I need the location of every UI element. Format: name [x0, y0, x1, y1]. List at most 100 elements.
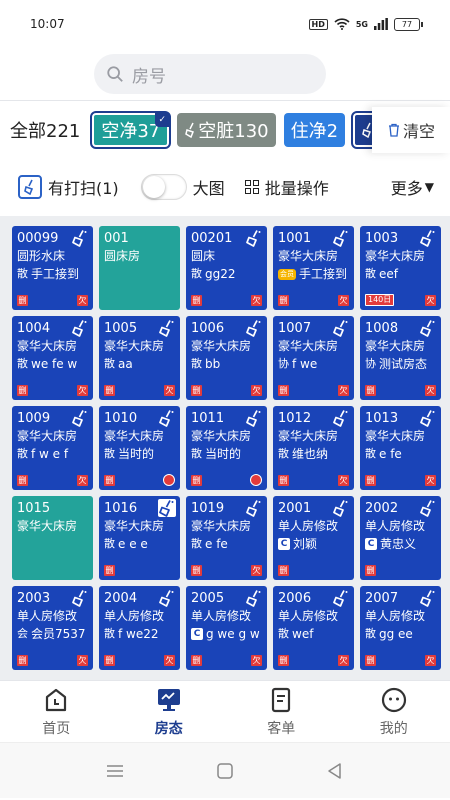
status-bar: 10:07 HD 5G 77	[0, 0, 450, 48]
guest-row: Cg we g w	[191, 625, 262, 643]
room-grid: 00099 圆形水床散手工接到删欠 001 圆床房 00201 圆床散 gg22 删欠 1001…	[12, 226, 441, 670]
more-dropdown[interactable]: 更多 ▼	[391, 175, 434, 199]
guest-source-tag: 散	[104, 357, 115, 370]
big-view-toggle[interactable]	[140, 174, 187, 200]
room-card[interactable]: 00099 圆形水床散手工接到删欠	[12, 226, 93, 310]
broom-icon	[332, 409, 350, 427]
card-badges: 删	[365, 565, 436, 576]
filter-all[interactable]: 全部221	[10, 117, 80, 143]
filter-clean-vacant[interactable]: 空净37 ✓	[90, 110, 172, 149]
home-icon	[46, 688, 67, 711]
room-type: 单人房修改	[104, 609, 165, 623]
guest-name: e e e	[118, 537, 148, 551]
menu-icon[interactable]	[105, 761, 125, 781]
more-label: 更多	[390, 179, 423, 198]
guest-row: 散e fe	[191, 535, 262, 553]
guest-row: 散手工接到	[17, 265, 88, 283]
alarm-icon	[250, 474, 262, 486]
room-type: 豪华大床房	[17, 519, 78, 533]
broom-icon	[71, 409, 89, 427]
room-card[interactable]: 1008 豪华大床房协测试房态删欠	[360, 316, 441, 400]
left-badges: 删	[191, 655, 202, 666]
room-card[interactable]: 00201 圆床散 gg22 删欠	[186, 226, 267, 310]
guest-source-tag: 散	[17, 267, 28, 280]
room-card[interactable]: 1003 豪华大床房散 eef 140日欠	[360, 226, 441, 310]
room-card[interactable]: 1010 豪华大床房散当时的删	[99, 406, 180, 490]
nav-room-status[interactable]: 房态	[129, 686, 209, 738]
broom-icon	[71, 589, 89, 607]
has-cleaning-filter[interactable]: 有打扫(1)	[18, 175, 119, 199]
filter-clean-occupied[interactable]: 住净2	[283, 112, 346, 147]
room-card[interactable]: 1012 豪华大床房散维也纳删欠	[273, 406, 354, 490]
room-card[interactable]: 2005 单人房修改 Cg we g w删欠	[186, 586, 267, 670]
nav-home[interactable]: 首页	[16, 686, 96, 738]
room-card[interactable]: 2001 单人房修改 C 刘颖删	[273, 496, 354, 580]
left-badges: 删	[278, 385, 289, 396]
guest-name: bb	[205, 357, 221, 371]
guest-source-tag: 散	[278, 447, 289, 460]
back-icon[interactable]	[325, 761, 345, 781]
nav-mine[interactable]: 我的	[354, 686, 434, 738]
room-card[interactable]: 1015 豪华大床房	[12, 496, 93, 580]
broom-icon	[158, 589, 176, 607]
room-card[interactable]: 1013 豪华大床房散 e fe 删欠	[360, 406, 441, 490]
home-square-icon[interactable]	[215, 761, 235, 781]
clear-button[interactable]: 清空	[372, 107, 450, 153]
card-badges: 删欠	[191, 295, 262, 306]
room-card[interactable]: 1006 豪华大床房散 bb 删欠	[186, 316, 267, 400]
filter-dirty-vacant[interactable]: 空脏130	[177, 112, 276, 147]
document-icon	[272, 687, 291, 712]
nav-orders[interactable]: 客单	[241, 686, 321, 738]
card-badges: 删欠	[17, 655, 88, 666]
broom-icon	[332, 499, 350, 517]
room-card[interactable]: 1004 豪华大床房散 we fe w删欠	[12, 316, 93, 400]
room-card[interactable]: 1016 豪华大床房散 e e e删	[99, 496, 180, 580]
room-status-badge: 删	[365, 385, 376, 396]
arrears-badge: 欠	[251, 655, 262, 666]
room-type: 豪华大床房	[191, 519, 252, 533]
nav-orders-label: 客单	[267, 720, 296, 737]
room-card[interactable]: 2004 单人房修改散 f we22 删欠	[99, 586, 180, 670]
room-type: 单人房修改	[365, 609, 426, 623]
check-icon: ✓	[155, 112, 170, 127]
batch-operation-button[interactable]: 批量操作	[244, 175, 329, 199]
room-card[interactable]: 1019 豪华大床房散 e fe 删欠	[186, 496, 267, 580]
room-status-badge: 删	[104, 474, 115, 486]
search-input[interactable]: 房号	[94, 54, 326, 94]
room-card[interactable]: 2007 单人房修改散 gg ee 删欠	[360, 586, 441, 670]
card-badges: 删欠	[278, 655, 349, 666]
filter-clean-occupied-label: 住净2	[290, 120, 339, 142]
left-badges: 删	[104, 385, 115, 396]
channel-icon: C	[278, 538, 290, 550]
guest-name: 会员7537	[31, 627, 86, 641]
room-card[interactable]: 2006 单人房修改散 wef 删欠	[273, 586, 354, 670]
room-card[interactable]: 2002 单人房修改 C 黄忠义删	[360, 496, 441, 580]
room-card[interactable]: 2003 单人房修改会会员7537 删欠	[12, 586, 93, 670]
room-card[interactable]: 1005 豪华大床房散 aa 删欠	[99, 316, 180, 400]
room-card[interactable]: 1001 豪华大床房 会员 手工接到删欠	[273, 226, 354, 310]
arrears-badge: 欠	[425, 385, 436, 396]
room-card[interactable]: 1011 豪华大床房散当时的删	[186, 406, 267, 490]
arrears-badge: 欠	[77, 295, 88, 306]
arrears-badge: 欠	[425, 475, 436, 486]
guest-row: 散 gg ee	[365, 625, 436, 643]
arrears-badge: 欠	[338, 385, 349, 396]
guest-row: 会员 手工接到	[278, 265, 349, 283]
card-badges: 删欠	[191, 565, 262, 576]
room-card[interactable]: 1009 豪华大床房散 f w e f删欠	[12, 406, 93, 490]
guest-name: 当时的	[118, 447, 155, 461]
room-type: 豪华大床房	[191, 429, 252, 443]
channel-icon: C	[365, 538, 377, 550]
room-card[interactable]: 1007 豪华大床房协 f we 删欠	[273, 316, 354, 400]
guest-source-tag: 散	[278, 627, 289, 640]
guest-source-tag: 散	[17, 447, 28, 460]
member-badge: 会员	[278, 268, 296, 280]
room-grid-area[interactable]: 00099 圆形水床散手工接到删欠 001 圆床房 00201 圆床散 gg22 删欠 1001…	[0, 216, 450, 680]
broom-icon	[71, 229, 89, 247]
room-card[interactable]: 001 圆床房	[99, 226, 180, 310]
left-badges: 删	[365, 385, 376, 396]
room-type: 豪华大床房	[278, 249, 339, 263]
room-type: 单人房修改	[191, 609, 252, 623]
caret-down-icon: ▼	[424, 180, 434, 194]
card-badges: 删欠	[278, 385, 349, 396]
